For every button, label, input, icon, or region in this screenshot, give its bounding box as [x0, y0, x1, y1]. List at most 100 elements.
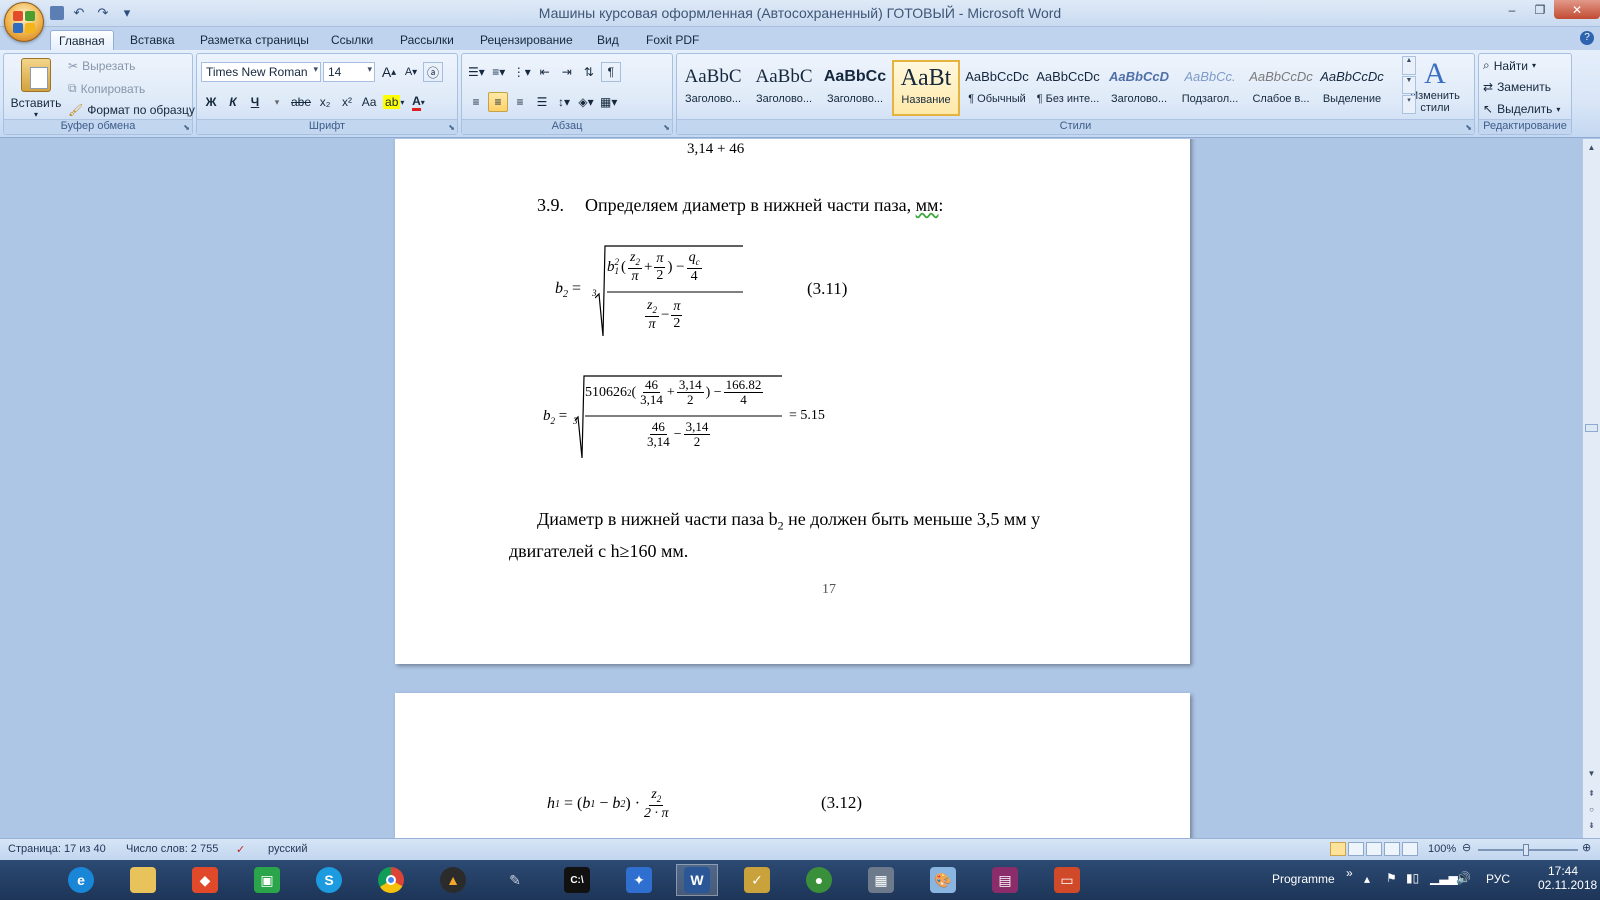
tab-review[interactable]: Рецензирование [472, 30, 581, 50]
highlight-button[interactable]: ab ▾ [381, 92, 406, 112]
keyboard-language[interactable]: РУС [1486, 872, 1510, 900]
prev-page-icon[interactable]: ⇞ [1585, 789, 1598, 802]
styles-launcher-icon[interactable]: ⬊ [1465, 123, 1472, 132]
show-hidden-icons[interactable]: ▴ [1364, 872, 1370, 900]
style-heading4[interactable]: AaBbCcD Заголово... [1105, 60, 1173, 116]
winrar-icon[interactable]: ▤ [984, 864, 1026, 896]
tab-view[interactable]: Вид [589, 30, 627, 50]
underline-button[interactable]: Ч [245, 92, 265, 112]
scroll-thumb[interactable] [1585, 424, 1598, 432]
print-layout-view-icon[interactable] [1330, 842, 1346, 856]
zoom-in-icon[interactable]: ⊕ [1582, 841, 1591, 854]
cut-button[interactable]: ✂ Вырезать [68, 59, 135, 73]
align-left-icon[interactable]: ≡ [466, 92, 486, 112]
borders-icon[interactable]: ▦▾ [598, 92, 619, 112]
shading-icon[interactable]: ◈▾ [576, 92, 596, 112]
paste-button[interactable]: Вставить ▾ [8, 58, 64, 119]
calculator-icon[interactable]: ▦ [860, 864, 902, 896]
pen-tool-icon[interactable]: ✎ [494, 864, 536, 896]
start-button[interactable] [2, 864, 44, 896]
shrink-font-button[interactable]: A ▾ [401, 62, 421, 82]
style-no-spacing[interactable]: AaBbCcDc ¶ Без инте... [1034, 60, 1102, 116]
paragraph-launcher-icon[interactable]: ⬊ [663, 123, 670, 132]
replace-button[interactable]: ⇄ Заменить [1483, 80, 1551, 94]
numbering-icon[interactable]: ≡▾ [489, 62, 509, 82]
tab-page-layout[interactable]: Разметка страницы [192, 30, 317, 50]
show-formatting-button[interactable]: ¶ [600, 62, 621, 82]
gallery-down-icon[interactable]: ▼ [1402, 75, 1416, 95]
flag-icon[interactable]: ⚑ [1386, 871, 1397, 900]
tab-foxit-pdf[interactable]: Foxit PDF [638, 30, 707, 50]
remote-app-icon[interactable]: ✦ [618, 864, 660, 896]
scroll-down-icon[interactable]: ▼ [1585, 769, 1598, 782]
web-layout-view-icon[interactable] [1366, 842, 1382, 856]
programme-toolbar[interactable]: Programme [1272, 872, 1335, 900]
style-title[interactable]: AaBt Название [892, 60, 960, 116]
turtle-app-icon[interactable]: ● [798, 864, 840, 896]
tab-mailings[interactable]: Рассылки [392, 30, 462, 50]
style-emphasis[interactable]: AaBbCcDc Выделение [1318, 60, 1386, 116]
bold-button[interactable]: Ж [201, 92, 221, 112]
style-heading1[interactable]: AaBbC Заголово... [679, 60, 747, 116]
tab-insert[interactable]: Вставка [122, 30, 183, 50]
clock[interactable]: 17:44 02.11.2018 [1538, 864, 1597, 900]
draft-view-icon[interactable] [1402, 842, 1418, 856]
page-18[interactable]: h1 = (b 1 − b 2) · z2 2 · π (3.12) [395, 693, 1190, 838]
italic-button[interactable]: К [223, 92, 243, 112]
minimize-button[interactable]: – [1498, 0, 1526, 19]
paint-icon[interactable]: 🎨 [922, 864, 964, 896]
restore-button[interactable]: ❐ [1526, 0, 1554, 19]
skype-icon[interactable]: S [308, 864, 350, 896]
style-heading2[interactable]: AaBbC Заголово... [750, 60, 818, 116]
help-icon[interactable]: ? [1580, 31, 1594, 45]
close-button[interactable]: ✕ [1554, 0, 1600, 19]
clear-formatting-button[interactable]: ⓐ [423, 62, 443, 82]
zoom-slider-thumb[interactable] [1523, 844, 1529, 856]
word-icon[interactable]: W [676, 864, 718, 896]
vertical-scrollbar[interactable]: ▲ ▼ ⇞ ○ ⇟ [1582, 139, 1600, 838]
page-17[interactable]: 3,14 + 46 3.9. Определяем диаметр в нижн… [395, 139, 1190, 664]
bullets-icon[interactable]: ☰▾ [466, 62, 487, 82]
justify-icon[interactable]: ☰ [532, 92, 552, 112]
change-case-button[interactable]: Aa [359, 92, 379, 112]
next-page-icon[interactable]: ⇟ [1585, 821, 1598, 834]
style-normal[interactable]: AaBbCcDc ¶ Обычный [963, 60, 1031, 116]
toolbar-expand-icon[interactable]: » [1346, 866, 1353, 900]
find-button[interactable]: ⌕ Найти ▾ [1483, 58, 1536, 73]
aimp-icon[interactable]: ▲ [432, 864, 474, 896]
zoom-level[interactable]: 100% [1428, 843, 1456, 855]
signal-icon[interactable]: ▁▃▅ [1430, 871, 1458, 900]
font-launcher-icon[interactable]: ⬊ [448, 123, 455, 132]
copy-button[interactable]: ⧉ Копировать [68, 81, 145, 96]
word-count[interactable]: Число слов: 2 755 [126, 843, 218, 855]
align-center-icon[interactable]: ≡ [488, 92, 508, 112]
volume-icon[interactable]: 🔊 [1456, 871, 1471, 900]
clipboard-launcher-icon[interactable]: ⬊ [183, 123, 190, 132]
font-size-combo[interactable]: 14 ▾ [323, 62, 375, 82]
page-count[interactable]: Страница: 17 из 40 [8, 843, 106, 855]
style-heading3[interactable]: AaBbCc Заголово... [821, 60, 889, 116]
anydesk-icon[interactable]: ◆ [184, 864, 226, 896]
tab-references[interactable]: Ссылки [323, 30, 381, 50]
increase-indent-icon[interactable]: ⇥ [557, 62, 577, 82]
full-screen-view-icon[interactable] [1348, 842, 1364, 856]
tab-home[interactable]: Главная [50, 30, 114, 50]
decrease-indent-icon[interactable]: ⇤ [535, 62, 555, 82]
gallery-up-icon[interactable]: ▲ [1402, 56, 1416, 75]
explorer-icon[interactable] [122, 864, 164, 896]
style-subtitle[interactable]: AaBbCc. Подзагол... [1176, 60, 1244, 116]
superscript-button[interactable]: x² [337, 92, 357, 112]
align-right-icon[interactable]: ≡ [510, 92, 530, 112]
strikethrough-button[interactable]: abe [289, 92, 313, 112]
gallery-more-icon[interactable]: ▾ [1402, 95, 1416, 115]
line-spacing-icon[interactable]: ↕▾ [554, 92, 574, 112]
checklist-icon[interactable]: ✓ [736, 864, 778, 896]
terminal-icon[interactable]: C:\ [556, 864, 598, 896]
grow-font-button[interactable]: A ▴ [379, 62, 399, 82]
office-button[interactable] [4, 2, 44, 42]
browse-object-icon[interactable]: ○ [1585, 805, 1598, 818]
zoom-out-icon[interactable]: ⊖ [1462, 841, 1471, 854]
font-name-combo[interactable]: Times New Roman ▾ [201, 62, 321, 82]
chrome-icon[interactable] [370, 864, 412, 896]
underline-dropdown-icon[interactable]: ▾ [267, 92, 287, 112]
